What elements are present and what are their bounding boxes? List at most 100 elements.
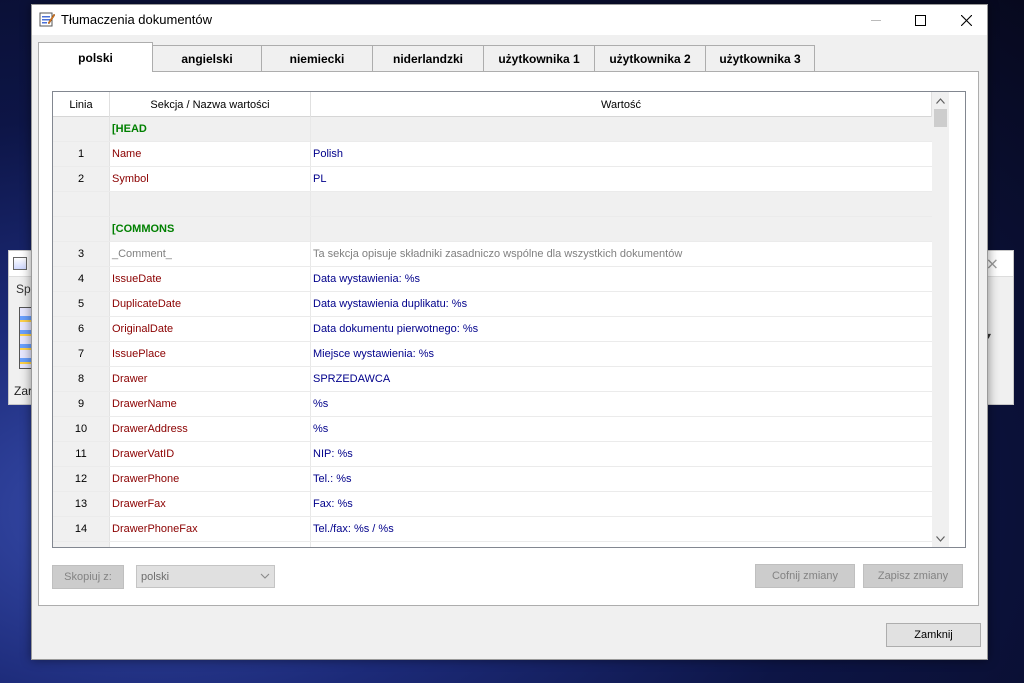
value-cell[interactable]: Data wystawienia: %s [311,267,932,291]
name-cell[interactable]: OriginalDate [110,317,311,341]
column-header-name[interactable]: Sekcja / Nazwa wartości [110,92,311,117]
minimize-icon [871,20,881,21]
value-cell[interactable]: Ta sekcja opisuje składniki zasadniczo w… [311,242,932,266]
value-cell[interactable]: Data dokumentu pierwotnego: %s [311,317,932,341]
table-row[interactable]: 3 _Comment_ Ta sekcja opisuje składniki za… [53,242,932,267]
copy-from-button[interactable]: Skopiuj z: [52,565,124,589]
value-cell[interactable] [311,192,932,216]
revert-changes-button[interactable]: Cofnij zmiany [755,564,855,588]
line-number-cell [53,217,110,241]
line-number-cell: 14 [53,517,110,541]
background-label: Zar [14,384,32,398]
column-header-line[interactable]: Linia [53,92,110,117]
line-number-cell: 2 [53,167,110,191]
copy-from-value: polski [141,570,170,583]
line-number-cell: 10 [53,417,110,441]
grid-header: Linia Sekcja / Nazwa wartości Wartość [53,92,932,117]
tab-angielski[interactable]: angielski [152,45,262,71]
line-number-cell: 5 [53,292,110,316]
tab-uzytkownika-1[interactable]: użytkownika 1 [483,45,595,71]
table-row[interactable]: 14 DrawerPhoneFax Tel./fax: %s / %s [53,517,932,542]
line-number-cell: 6 [53,317,110,341]
line-number-cell: 7 [53,342,110,366]
name-cell[interactable] [110,192,311,216]
name-cell[interactable] [110,542,311,547]
table-row[interactable]: 11 DrawerVatID NIP: %s [53,442,932,467]
tab-panel: Linia Sekcja / Nazwa wartości Wartość [H… [38,71,979,606]
section-row[interactable]: [HEAD [53,117,932,142]
name-cell[interactable]: DrawerName [110,392,311,416]
tab-polski[interactable]: polski [38,42,153,72]
table-row[interactable]: 13 DrawerFax Fax: %s [53,492,932,517]
name-cell[interactable]: IssueDate [110,267,311,291]
name-cell[interactable]: Name [110,142,311,166]
table-row[interactable]: 5 DuplicateDate Data wystawienia duplikatu… [53,292,932,317]
translation-grid[interactable]: Linia Sekcja / Nazwa wartości Wartość [H… [52,91,966,548]
section-row[interactable]: [COMMONS [53,217,932,242]
line-number-cell [53,192,110,216]
value-cell[interactable]: Polish [311,142,932,166]
scroll-up-button[interactable] [932,92,949,109]
close-button[interactable] [943,5,989,35]
scrollbar-thumb[interactable] [934,109,947,127]
name-cell[interactable]: [HEAD [110,117,311,141]
language-tabs: polski angielski niemiecki niderlandzki … [38,42,815,72]
value-cell[interactable]: Miejsce wystawienia: %s [311,342,932,366]
save-changes-button[interactable]: Zapisz zmiany [863,564,963,588]
value-cell[interactable] [311,217,932,241]
table-row[interactable]: 1 Name Polish [53,142,932,167]
name-cell[interactable]: _Comment_ [110,242,311,266]
close-dialog-button[interactable]: Zamknij [886,623,981,647]
close-icon [960,14,972,26]
table-row[interactable]: 4 IssueDate Data wystawienia: %s [53,267,932,292]
value-cell[interactable]: Fax: %s [311,492,932,516]
grid-rows: [HEAD 1 Name Polish 2 Symbol PL [COMMONS 3 _Comme… [53,117,932,547]
vertical-scrollbar[interactable] [932,92,949,547]
table-row[interactable]: 6 OriginalDate Data dokumentu pierwotnego:… [53,317,932,342]
name-cell[interactable]: DrawerVatID [110,442,311,466]
maximize-button[interactable] [897,5,943,35]
value-cell[interactable] [311,117,932,141]
tab-niderlandzki[interactable]: niderlandzki [372,45,484,71]
value-cell[interactable]: NIP: %s [311,442,932,466]
name-cell[interactable]: Symbol [110,167,311,191]
table-row[interactable]: 10 DrawerAddress %s [53,417,932,442]
value-cell[interactable] [311,542,932,547]
name-cell[interactable]: DrawerAddress [110,417,311,441]
chevron-up-icon [936,97,945,104]
value-cell[interactable]: Data wystawienia duplikatu: %s [311,292,932,316]
name-cell[interactable]: DrawerPhoneFax [110,517,311,541]
table-row[interactable]: 7 IssuePlace Miejsce wystawienia: %s [53,342,932,367]
line-number-cell [53,117,110,141]
tab-niemiecki[interactable]: niemiecki [261,45,373,71]
value-cell[interactable]: PL [311,167,932,191]
minimize-button[interactable] [853,5,899,35]
table-row[interactable] [53,542,932,547]
scroll-down-button[interactable] [932,530,949,547]
name-cell[interactable]: DrawerPhone [110,467,311,491]
name-cell[interactable]: Drawer [110,367,311,391]
value-cell[interactable]: SPRZEDAWCA [311,367,932,391]
line-number-cell [53,542,110,547]
chevron-down-icon [260,573,270,579]
tab-uzytkownika-2[interactable]: użytkownika 2 [594,45,706,71]
column-header-value[interactable]: Wartość [311,92,932,117]
name-cell[interactable]: [COMMONS [110,217,311,241]
table-row[interactable]: 9 DrawerName %s [53,392,932,417]
table-row[interactable]: 8 Drawer SPRZEDAWCA [53,367,932,392]
value-cell[interactable]: Tel./fax: %s / %s [311,517,932,541]
line-number-cell: 8 [53,367,110,391]
value-cell[interactable]: Tel.: %s [311,467,932,491]
line-number-cell: 4 [53,267,110,291]
tab-uzytkownika-3[interactable]: użytkownika 3 [705,45,815,71]
value-cell[interactable]: %s [311,392,932,416]
table-row[interactable] [53,192,932,217]
table-row[interactable]: 12 DrawerPhone Tel.: %s [53,467,932,492]
name-cell[interactable]: DuplicateDate [110,292,311,316]
table-row[interactable]: 2 Symbol PL [53,167,932,192]
value-cell[interactable]: %s [311,417,932,441]
copy-from-select[interactable]: polski [136,565,275,588]
app-icon [13,257,27,270]
name-cell[interactable]: DrawerFax [110,492,311,516]
name-cell[interactable]: IssuePlace [110,342,311,366]
